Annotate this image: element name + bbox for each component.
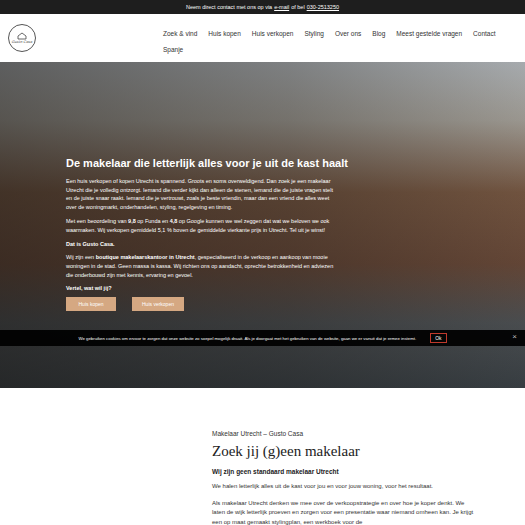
cookie-text: We gebruiken cookies om ervoor te zorgen… (78, 336, 416, 341)
bold-text: boutique makelaarskantoor in Utrecht (96, 254, 195, 260)
intro-kicker: Makelaar Utrecht – Gusto Casa (212, 430, 474, 437)
hero-paragraph: Wij zijn een boutique makelaarskantoor i… (66, 253, 338, 279)
page: Neem direct contact met ons op viae-mail… (0, 0, 525, 525)
intro-heading: Zoek jij (g)een makelaar (212, 443, 474, 460)
phone-link[interactable]: 030-2513250 (307, 4, 339, 10)
intro-section: Makelaar Utrecht – Gusto Casa Zoek jij (g… (0, 388, 525, 525)
nav-item[interactable]: Contact (473, 30, 495, 37)
text: op Funda en (136, 218, 170, 224)
cookie-bar: We gebruiken cookies om ervoor te zorgen… (0, 330, 525, 346)
hero-content: De makelaar die letterlijk alles voor je… (0, 62, 338, 311)
email-link[interactable]: e-mail (274, 4, 289, 10)
top-bar-text: of bel (291, 4, 304, 10)
text: Wij zijn een (66, 254, 96, 260)
nav-item[interactable]: Huis kopen (208, 30, 241, 37)
hero: De makelaar die letterlijk alles voor je… (0, 62, 525, 388)
top-bar-text: Neem direct contact met ons op via (186, 4, 272, 10)
nav-item[interactable]: Blog (372, 30, 385, 37)
hero-buttons: Huis kopen Huis verkopen (66, 297, 338, 311)
intro-column: Makelaar Utrecht – Gusto Casa Zoek jij (g… (212, 430, 474, 525)
bold-text: 9,8 (128, 218, 136, 224)
hero-paragraph: Dat is Gusto Casa. (66, 240, 338, 249)
main-nav: Zoek & vind Huis kopen Huis verkopen Stylin… (163, 24, 513, 53)
hero-question: Vertel, wat wil jij? (66, 285, 338, 291)
nav-item[interactable]: Spanje (163, 46, 183, 53)
logo-text: Gusto Casa (12, 40, 33, 44)
nav-item[interactable]: Over ons (335, 30, 361, 37)
hero-paragraph: Een huis verkopen of kopen Utrecht is sp… (66, 177, 338, 212)
hero-button[interactable]: Huis verkopen (132, 297, 184, 311)
logo[interactable]: Gusto Casa (8, 24, 36, 52)
house-icon (17, 32, 27, 40)
nav-item[interactable]: Styling (304, 30, 324, 37)
top-bar: Neem direct contact met ons op viae-mail… (0, 0, 525, 14)
nav-item[interactable]: Huis verkopen (252, 30, 294, 37)
bold-text: 4,8 (170, 218, 178, 224)
hero-button[interactable]: Huis kopen (66, 297, 116, 311)
hero-paragraph: Met een beoordeling van 9,8 op Funda en … (66, 217, 338, 235)
header: Gusto Casa Zoek & vind Huis kopen Huis verk… (0, 14, 525, 62)
text: Met een beoordeling van (66, 218, 128, 224)
intro-paragraph: We halen letterlijk alles uit de kast vo… (212, 482, 474, 492)
bold-text: Dat is Gusto Casa. (66, 241, 115, 247)
intro-subheading: Wij zijn geen standaard makelaar Utrecht (212, 468, 474, 475)
cookie-close-button[interactable]: × (512, 333, 517, 341)
text: Een huis verkopen of kopen Utrecht is sp… (66, 178, 333, 210)
intro-paragraph: Als makelaar Utrecht denken we mee over … (212, 499, 474, 525)
hero-heading: De makelaar die letterlijk alles voor je… (66, 157, 366, 171)
nav-item[interactable]: Zoek & vind (163, 30, 197, 37)
nav-item[interactable]: Meest gestelde vragen (396, 30, 462, 37)
cookie-ok-button[interactable]: Ok (430, 333, 446, 343)
